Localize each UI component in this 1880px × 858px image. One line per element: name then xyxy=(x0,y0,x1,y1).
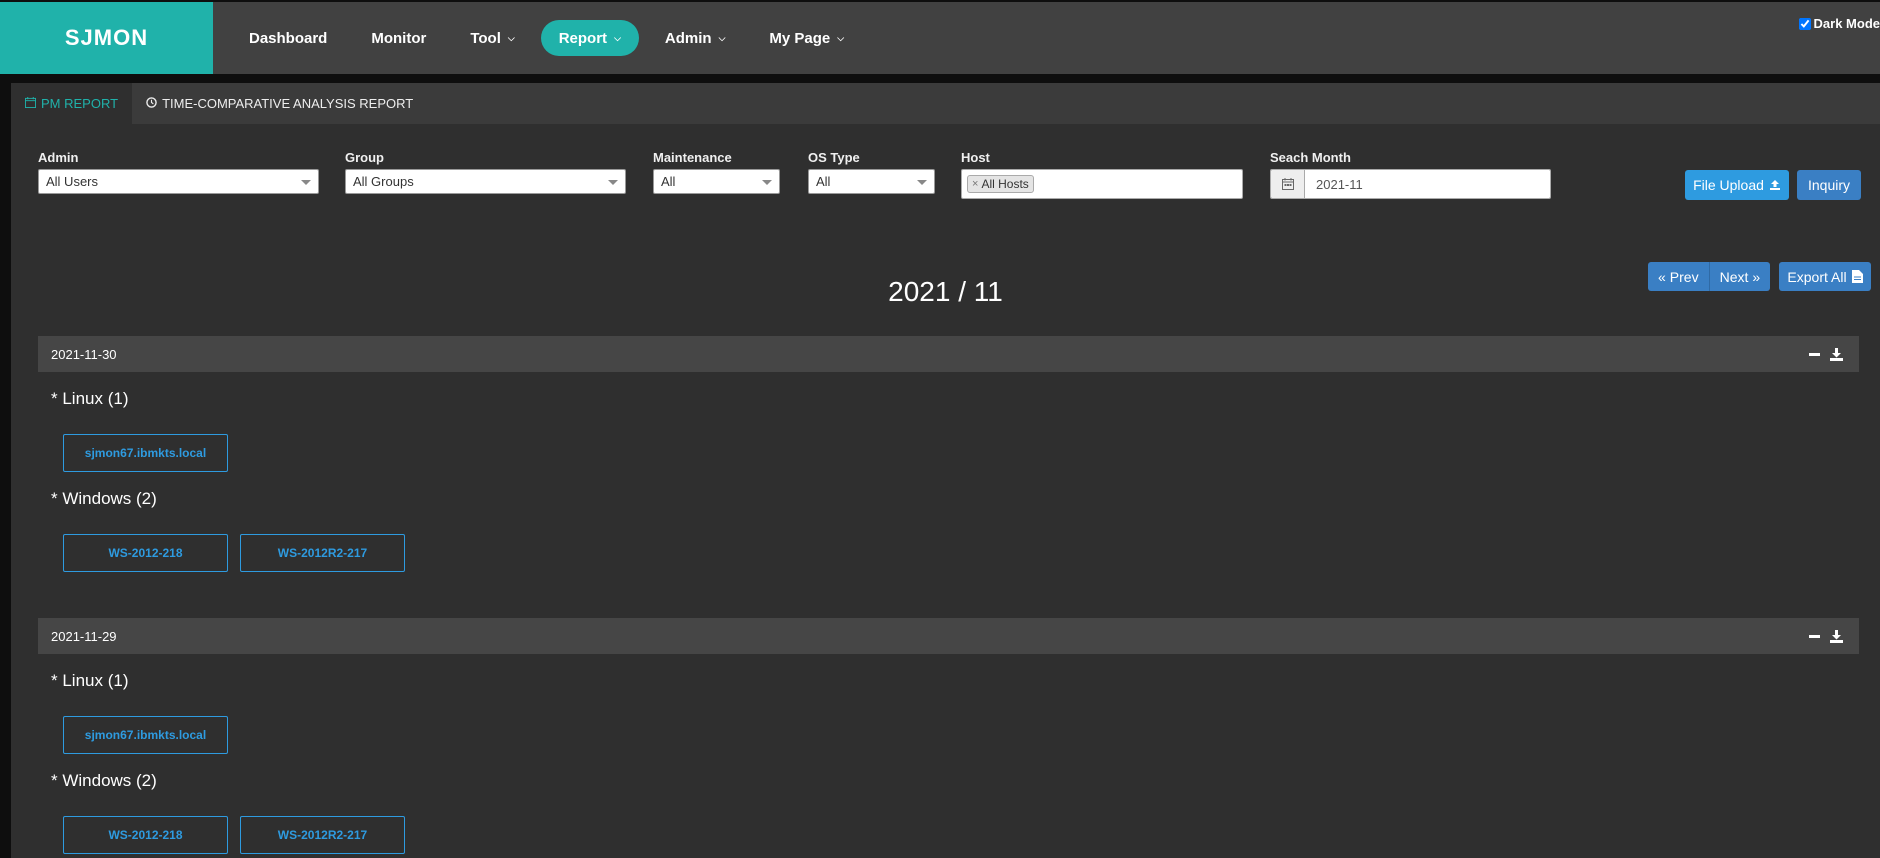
nav-label: Monitor xyxy=(371,29,427,47)
admin-select[interactable]: All Users xyxy=(38,169,319,194)
maintenance-filter: Maintenance All xyxy=(653,150,780,194)
host-button[interactable]: sjmon67.ibmkts.local xyxy=(63,716,228,754)
file-upload-label: File Upload xyxy=(1693,177,1764,193)
top-navbar: SJMON Dashboard Monitor Tool ⌵ Report ⌵ Ad… xyxy=(0,2,1880,74)
host-multiselect[interactable]: × All Hosts xyxy=(961,169,1243,199)
nav-my-page[interactable]: My Page ⌵ xyxy=(751,20,862,56)
group-select[interactable]: All Groups xyxy=(345,169,626,194)
chevron-down-icon: ⌵ xyxy=(507,32,515,43)
maintenance-select-value: All xyxy=(661,174,676,189)
day-actions xyxy=(1809,336,1843,372)
admin-select-value: All Users xyxy=(46,174,99,189)
caret-down-icon xyxy=(608,180,618,185)
file-upload-button[interactable]: File Upload xyxy=(1685,170,1789,200)
nav-label: Report xyxy=(558,29,608,47)
nav-label: My Page xyxy=(769,29,831,47)
host-button[interactable]: WS-2012R2-217 xyxy=(240,534,405,572)
brand-logo[interactable]: SJMON xyxy=(0,2,213,74)
collapse-icon[interactable] xyxy=(1809,634,1820,638)
os-type-select[interactable]: All xyxy=(808,169,935,194)
main-nav: Dashboard Monitor Tool ⌵ Report ⌵ Admin ⌵ M… xyxy=(231,20,862,56)
maintenance-filter-label: Maintenance xyxy=(653,150,732,165)
month-filter: Seach Month 2021-11 xyxy=(1270,150,1551,199)
dark-mode-label: Dark Mode xyxy=(1813,16,1880,31)
linux-group-label: * Linux (1) xyxy=(51,671,129,690)
collapse-icon[interactable] xyxy=(1809,352,1820,356)
admin-filter: Admin All Users xyxy=(38,150,319,194)
inquiry-label: Inquiry xyxy=(1807,177,1851,193)
nav-label: Tool xyxy=(470,29,501,47)
tab-time-comparative-analysis[interactable]: TIME-COMPARATIVE ANALYSIS REPORT xyxy=(132,83,427,124)
nav-dashboard[interactable]: Dashboard xyxy=(231,20,345,56)
download-icon[interactable] xyxy=(1830,629,1843,643)
calendar-icon xyxy=(25,96,36,111)
windows-group-label: * Windows (2) xyxy=(51,771,157,790)
host-button[interactable]: sjmon67.ibmkts.local xyxy=(63,434,228,472)
remove-chip-icon[interactable]: × xyxy=(972,178,978,190)
os-type-filter-label: OS Type xyxy=(808,150,860,165)
caret-down-icon xyxy=(301,180,311,185)
tab-pm-report[interactable]: PM REPORT xyxy=(11,83,133,124)
host-chip: × All Hosts xyxy=(967,175,1034,193)
host-filter-label: Host xyxy=(961,150,990,165)
nav-label: Dashboard xyxy=(249,29,328,47)
group-filter: Group All Groups xyxy=(345,150,626,194)
host-button[interactable]: WS-2012R2-217 xyxy=(240,816,405,854)
chevron-down-icon: ⌵ xyxy=(718,32,726,43)
day-header: 2021-11-29 xyxy=(38,618,1859,654)
report-tabs: PM REPORT TIME-COMPARATIVE ANALYSIS REPO… xyxy=(11,83,1880,124)
clock-icon xyxy=(146,96,157,111)
maintenance-select[interactable]: All xyxy=(653,169,780,194)
linux-group-label: * Linux (1) xyxy=(51,389,129,408)
chevron-down-icon: ⌵ xyxy=(614,32,621,43)
day-date: 2021-11-30 xyxy=(51,346,117,362)
nav-tool[interactable]: Tool ⌵ xyxy=(452,20,532,56)
host-button[interactable]: WS-2012-218 xyxy=(63,534,228,572)
host-filter: Host × All Hosts xyxy=(961,150,1243,199)
day-section: 2021-11-30 * Linux (1) sjmon67.ibmkts.lo… xyxy=(38,336,1859,572)
dark-mode-toggle[interactable]: Dark Mode xyxy=(1798,16,1880,31)
caret-down-icon xyxy=(917,180,927,185)
nav-report[interactable]: Report ⌵ xyxy=(540,20,639,56)
month-title: 2021 / 11 xyxy=(888,276,1003,307)
caret-down-icon xyxy=(762,180,772,185)
admin-filter-label: Admin xyxy=(38,150,79,165)
filter-bar: Admin All Users Group All Groups Mainten… xyxy=(11,150,1880,200)
upload-icon xyxy=(1769,180,1780,190)
tab-label: PM REPORT xyxy=(41,96,119,111)
month-input[interactable]: 2021-11 xyxy=(1305,170,1550,198)
nav-admin[interactable]: Admin ⌵ xyxy=(647,20,744,56)
day-actions xyxy=(1809,618,1843,654)
report-panel: PM REPORT TIME-COMPARATIVE ANALYSIS REPO… xyxy=(11,83,1880,858)
day-header: 2021-11-30 xyxy=(38,336,1859,372)
month-filter-label: Seach Month xyxy=(1270,150,1351,165)
nav-label: Admin xyxy=(664,29,712,47)
windows-group-label: * Windows (2) xyxy=(51,489,157,508)
chevron-down-icon: ⌵ xyxy=(837,32,845,43)
host-button[interactable]: WS-2012-218 xyxy=(63,816,228,854)
inquiry-button[interactable]: Inquiry xyxy=(1797,170,1861,200)
dark-mode-checkbox[interactable] xyxy=(1798,17,1811,30)
host-chip-label: All Hosts xyxy=(981,177,1029,191)
os-type-filter: OS Type All xyxy=(808,150,935,194)
group-select-value: All Groups xyxy=(353,174,414,189)
day-date: 2021-11-29 xyxy=(51,628,117,644)
nav-monitor[interactable]: Monitor xyxy=(353,20,444,56)
group-filter-label: Group xyxy=(345,150,384,165)
tab-label: TIME-COMPARATIVE ANALYSIS REPORT xyxy=(162,96,414,111)
calendar-icon[interactable] xyxy=(1271,170,1305,198)
month-picker[interactable]: 2021-11 xyxy=(1270,169,1551,199)
day-section: 2021-11-29 * Linux (1) sjmon67.ibmkts.lo… xyxy=(38,618,1859,854)
os-type-select-value: All xyxy=(816,174,831,189)
download-icon[interactable] xyxy=(1830,347,1843,361)
